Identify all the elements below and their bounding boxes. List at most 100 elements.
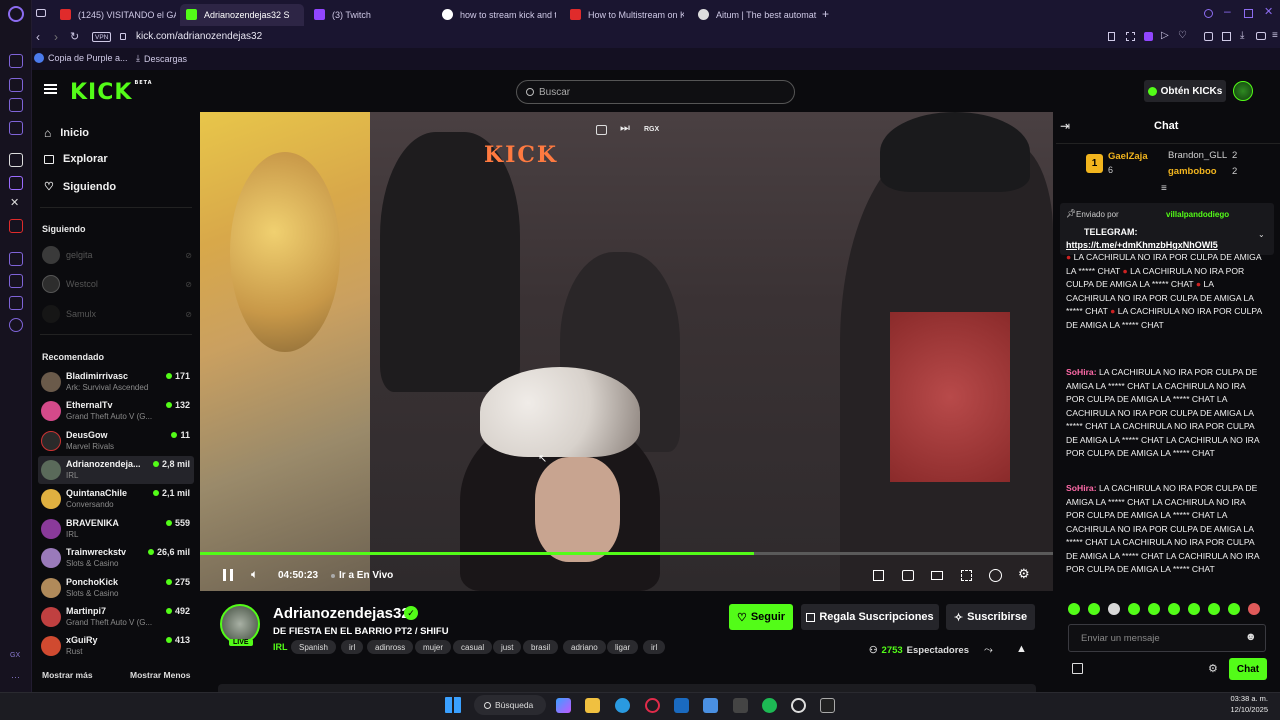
extensions-sidebar-icon[interactable] (9, 296, 23, 310)
video-player[interactable]: KICK ⏭ RGX ↖ (200, 112, 1053, 591)
instagram-icon[interactable] (9, 121, 23, 135)
game-icon[interactable] (9, 78, 23, 92)
copilot-icon[interactable] (556, 698, 571, 713)
tab-google-search[interactable]: how to stream kick and tv (436, 4, 556, 26)
stream-tag[interactable]: casual (453, 640, 493, 654)
recommended-channel[interactable]: Trainwreckstv Slots & Casino 26,6 mil (38, 544, 194, 572)
recommended-channel[interactable]: Martinpi7 Grand Theft Auto V (G... 492 (38, 603, 194, 631)
pinned-message[interactable]: 📌︎ Enviado por villalpandodiego TELEGRAM… (1060, 203, 1274, 255)
browser-menu-icon[interactable]: ≡ (1272, 30, 1278, 41)
clip-icon[interactable] (902, 570, 914, 581)
chat-username[interactable]: SoHira: (1066, 367, 1097, 377)
stream-tag[interactable]: just (493, 640, 522, 654)
chat-username[interactable]: SoHira: (1066, 483, 1097, 493)
start-icon[interactable] (445, 697, 461, 713)
emote-icon[interactable] (1248, 603, 1260, 615)
reload-icon[interactable]: ↻ (70, 30, 79, 43)
bookmark-item[interactable]: Copia de Purple a... (34, 53, 128, 63)
recommended-channel[interactable]: Bladimirrivasc Ark: Survival Ascended 171 (38, 368, 194, 396)
stream-tag[interactable]: Spanish (291, 640, 336, 654)
tab-menu-icon[interactable] (36, 9, 46, 17)
skip-forward-icon[interactable]: ⏭ (620, 122, 630, 135)
player-sidebar-icon[interactable] (9, 252, 23, 266)
collapse-chat-icon[interactable]: ⇥ (1060, 119, 1070, 133)
twitch-ext-icon[interactable] (1144, 32, 1153, 41)
report-icon[interactable]: ▲ (1016, 643, 1027, 655)
tab-youtube-multistream[interactable]: How to Multistream on Ki (564, 4, 684, 26)
opera-logo-icon[interactable] (8, 6, 24, 22)
leaderboard-second-name[interactable]: Brandon_GLL (1168, 150, 1227, 161)
get-kicks-button[interactable]: Obtén KICKs (1144, 80, 1226, 102)
emote-icon[interactable] (1128, 603, 1140, 615)
miniplayer-icon[interactable] (873, 570, 884, 581)
nav-explore[interactable]: Explorar (44, 153, 108, 165)
pinned-link[interactable]: https://t.me/+dmKhmzbHgxNhOWI5 (1066, 240, 1218, 250)
follow-button[interactable]: ♡ Seguir (729, 604, 793, 630)
leaderboard-expand-icon[interactable]: ≡ (1161, 183, 1167, 194)
settings-icon[interactable]: ⚙ (1018, 566, 1030, 582)
following-item[interactable]: Samulx ⊘ (42, 304, 192, 324)
spotify-icon[interactable] (762, 698, 777, 713)
minimize-icon[interactable]: – (1224, 4, 1231, 18)
following-item[interactable]: gelgita ⊘ (42, 245, 192, 265)
hamburger-menu-icon[interactable] (44, 84, 57, 94)
theater-mode-icon[interactable] (931, 571, 943, 580)
pin-icon[interactable] (1108, 32, 1115, 41)
store-icon[interactable] (703, 698, 718, 713)
emote-icon[interactable] (1228, 603, 1240, 615)
maximize-icon[interactable] (1244, 9, 1253, 18)
bookmark-downloads[interactable]: ⤓ Descargas (136, 53, 187, 64)
taskbar-search[interactable]: Búsqueda (474, 695, 546, 715)
recommended-channel[interactable]: xGuiRy Rust 413 (38, 632, 194, 660)
emote-icon[interactable] (1068, 603, 1080, 615)
download-icon[interactable]: ⤓ (1240, 30, 1244, 41)
app-icon[interactable] (733, 698, 748, 713)
user-avatar[interactable] (1233, 81, 1253, 101)
recommended-channel[interactable]: BRAVENIKA IRL 559 (38, 515, 194, 543)
channel-avatar[interactable] (220, 604, 260, 644)
vpn-badge[interactable]: VPN (92, 32, 112, 42)
stream-tag[interactable]: adriano (563, 640, 606, 654)
discord-icon[interactable] (9, 98, 23, 112)
tab-twitch[interactable]: (3) Twitch (308, 4, 428, 26)
emote-icon[interactable] (1188, 603, 1200, 615)
recommended-channel-active[interactable]: Adrianozendeja... IRL 2,8 mil (38, 456, 194, 484)
outlook-icon[interactable] (674, 698, 689, 713)
play-ext-icon[interactable]: ▷ (1161, 30, 1169, 41)
chevron-down-icon[interactable]: ⌄ (1258, 230, 1265, 239)
stream-tag[interactable]: irl (341, 640, 364, 654)
heart-icon[interactable]: ♡ (1178, 30, 1187, 41)
chat-settings-icon[interactable]: ⚙ (1208, 662, 1218, 675)
clock-date[interactable]: 12/10/2025 (1220, 705, 1268, 714)
show-more-link[interactable]: Mostrar más (42, 670, 93, 680)
pinned-user[interactable]: villalpandodiego (1166, 210, 1229, 219)
gx-icon[interactable]: GX (10, 652, 20, 659)
extensions-icon[interactable] (1204, 32, 1213, 41)
back-icon[interactable]: ‹ (36, 30, 40, 44)
overlay-badge[interactable]: RGX (644, 126, 659, 133)
go-live-button[interactable]: Ir a En Vivo (331, 570, 393, 581)
fullscreen-icon[interactable] (961, 570, 972, 581)
chat-send-button[interactable]: Chat (1229, 658, 1267, 680)
emote-icon[interactable] (1108, 603, 1120, 615)
leaderboard-first-name[interactable]: GaelZaja (1108, 151, 1148, 162)
nav-following[interactable]: ♡ Siguiendo (44, 180, 116, 194)
kick-sidebar-icon[interactable] (9, 153, 23, 167)
snapshot-icon[interactable] (1126, 32, 1135, 41)
tab-kick-adrianozendejas[interactable]: Adrianozendejas32 S (180, 4, 304, 26)
search-input[interactable]: Buscar (516, 80, 795, 104)
x-icon[interactable]: ✕ (10, 196, 19, 209)
forward-icon[interactable]: › (54, 30, 58, 44)
stream-tag[interactable]: adinross (367, 640, 414, 654)
chat-input[interactable]: Enviar un mensaje ☻ (1068, 624, 1266, 652)
epic-games-icon[interactable] (820, 698, 835, 713)
aria-icon[interactable] (9, 54, 23, 68)
stream-tag[interactable]: irl (643, 640, 666, 654)
kick-logo[interactable]: KICK BETA (70, 80, 153, 105)
search-tabs-icon[interactable] (1204, 9, 1213, 18)
history-icon[interactable] (9, 274, 23, 288)
stream-tag[interactable]: brasil (523, 640, 559, 654)
tab-aitum[interactable]: Aitum | The best automat (692, 4, 820, 26)
obs-icon[interactable] (791, 698, 806, 713)
volume-icon[interactable]: 🔈︎ (251, 567, 258, 582)
